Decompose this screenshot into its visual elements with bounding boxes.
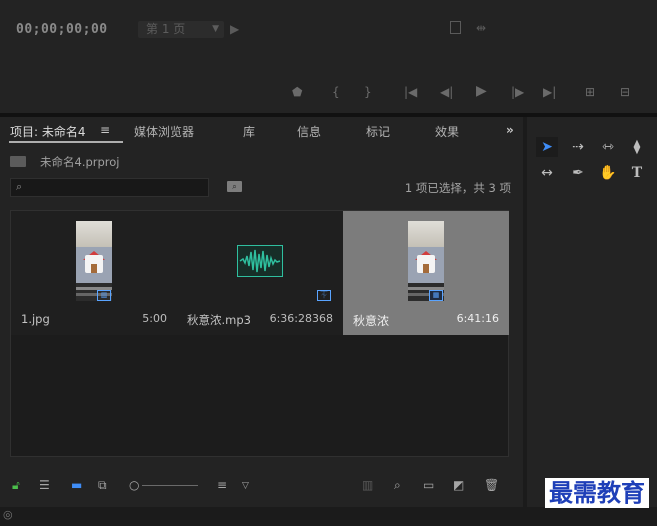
type-tool-icon[interactable]: T xyxy=(626,163,648,183)
clip-duration: 6:36:28368 xyxy=(269,312,333,325)
chevron-down-icon: ▼ xyxy=(212,24,219,34)
find-icon[interactable]: ⌕ xyxy=(394,478,401,493)
lock-icon[interactable]: 🔓︎ xyxy=(12,478,20,493)
image-badge-icon: ▥ xyxy=(97,290,111,301)
sequence-badge-icon: ▦ xyxy=(429,290,443,301)
razor-tool-icon[interactable]: ⧫ xyxy=(626,137,648,157)
automate-to-sequence-icon[interactable]: ▥ xyxy=(362,478,373,492)
more-tabs-icon[interactable]: » xyxy=(506,123,514,137)
zoom-slider-handle-icon[interactable]: ○ xyxy=(129,478,139,492)
clip-duration: 5:00 xyxy=(142,312,167,325)
clip-name: 1.jpg xyxy=(21,312,50,326)
chevron-down-icon[interactable]: ▽ xyxy=(242,481,249,491)
new-item-icon[interactable]: ◩ xyxy=(453,478,464,492)
hand-tool-icon[interactable]: ✋ xyxy=(597,163,619,183)
search-input[interactable]: ⌕ xyxy=(10,178,209,197)
status-bar: ◎ xyxy=(0,507,657,526)
play-icon[interactable]: ▶ xyxy=(476,83,487,99)
tab-media-browser[interactable]: 媒体浏览器 xyxy=(134,123,194,140)
tab-effects[interactable]: 效果 xyxy=(435,123,459,140)
clip-grid: ▥ 1.jpg 5:00 ⏇ 秋意浓.mp3 6:36:28368 ▦ 秋意浓 … xyxy=(10,210,509,457)
mark-out-icon[interactable]: } xyxy=(364,85,372,99)
folder-icon xyxy=(10,156,26,167)
pen-tool-icon[interactable]: ✒ xyxy=(567,163,589,183)
audio-badge-icon: ⏇ xyxy=(317,290,331,301)
audio-waveform-icon xyxy=(237,245,283,277)
slip-tool-icon[interactable]: ↔ xyxy=(536,163,558,183)
tab-libraries[interactable]: 库 xyxy=(243,123,255,140)
insert-icon[interactable]: ⊞ xyxy=(585,85,595,99)
watermark: 最需教育 xyxy=(545,478,649,508)
sort-icon[interactable]: ≡ xyxy=(217,478,227,492)
selection-tool-icon[interactable]: ➤ xyxy=(536,137,558,157)
track-select-tool-icon[interactable]: ⇢ xyxy=(567,137,589,157)
program-monitor: 00;00;00;00 第 1 页 ▼ ▶ ⇹ ⬟ { } |◀ ◀| ▶ |▶… xyxy=(0,0,657,113)
icon-view-icon[interactable]: ▬ xyxy=(71,478,82,492)
page-select[interactable]: 第 1 页 ▼ xyxy=(138,21,224,38)
active-tab-indicator xyxy=(9,141,123,143)
zoom-slider[interactable] xyxy=(142,485,198,486)
freeform-view-icon[interactable]: ⧉ xyxy=(98,478,107,493)
ripple-edit-tool-icon[interactable]: ⇿ xyxy=(597,137,619,157)
clip-item-selected[interactable]: ▦ 秋意浓 6:41:16 xyxy=(343,211,509,335)
list-view-icon[interactable]: ☰ xyxy=(39,478,50,492)
clip-name: 秋意浓.mp3 xyxy=(187,313,251,327)
clip-item[interactable]: ⏇ 秋意浓.mp3 6:36:28368 xyxy=(177,211,343,335)
overwrite-icon[interactable]: ⊟ xyxy=(620,85,630,99)
project-panel: 项目: 未命名4 ≡ 媒体浏览器 库 信息 标记 效果 » 未命名4.prpro… xyxy=(0,117,523,507)
clip-thumbnail xyxy=(76,221,112,301)
clip-name: 秋意浓 xyxy=(353,314,390,328)
new-bin-icon[interactable]: ▭ xyxy=(423,478,434,492)
trash-icon[interactable]: 🗑︎ xyxy=(484,478,499,492)
selection-status: 1 项已选择，共 3 项 xyxy=(404,181,511,195)
clip-item[interactable]: ▥ 1.jpg 5:00 xyxy=(11,211,177,335)
step-back-icon[interactable]: ◀| xyxy=(440,85,453,99)
go-to-out-icon[interactable]: ▶| xyxy=(543,85,556,99)
marker-icon[interactable]: ⬟ xyxy=(292,85,302,99)
tools-panel: ➤ ⇢ ⇿ ⧫ ↔ ✒ ✋ T xyxy=(527,117,657,507)
export-frame-icon[interactable] xyxy=(450,21,461,34)
tab-info[interactable]: 信息 xyxy=(297,123,321,140)
tab-project[interactable]: 项目: 未命名4 xyxy=(10,123,86,140)
settings-icon[interactable]: ⇹ xyxy=(476,21,486,35)
clip-thumbnail xyxy=(408,221,444,301)
project-path: 未命名4.prproj xyxy=(40,155,120,169)
go-to-in-icon[interactable]: |◀ xyxy=(404,85,417,99)
mark-in-icon[interactable]: { xyxy=(332,85,340,99)
panel-menu-icon[interactable]: ≡ xyxy=(100,123,110,137)
new-search-bin-icon[interactable]: ⌕ xyxy=(227,181,242,192)
tab-markers[interactable]: 标记 xyxy=(366,123,390,140)
search-icon: ⌕ xyxy=(16,180,23,193)
clip-duration: 6:41:16 xyxy=(456,312,499,325)
step-forward-icon[interactable]: |▶ xyxy=(511,85,524,99)
timecode[interactable]: 00;00;00;00 xyxy=(16,22,108,37)
panel-tabs: 项目: 未命名4 ≡ 媒体浏览器 库 信息 标记 效果 » xyxy=(0,117,523,143)
render-status-icon: ◎ xyxy=(3,508,13,521)
page-select-value: 第 1 页 xyxy=(146,22,186,36)
play-small-icon[interactable]: ▶ xyxy=(230,22,239,36)
